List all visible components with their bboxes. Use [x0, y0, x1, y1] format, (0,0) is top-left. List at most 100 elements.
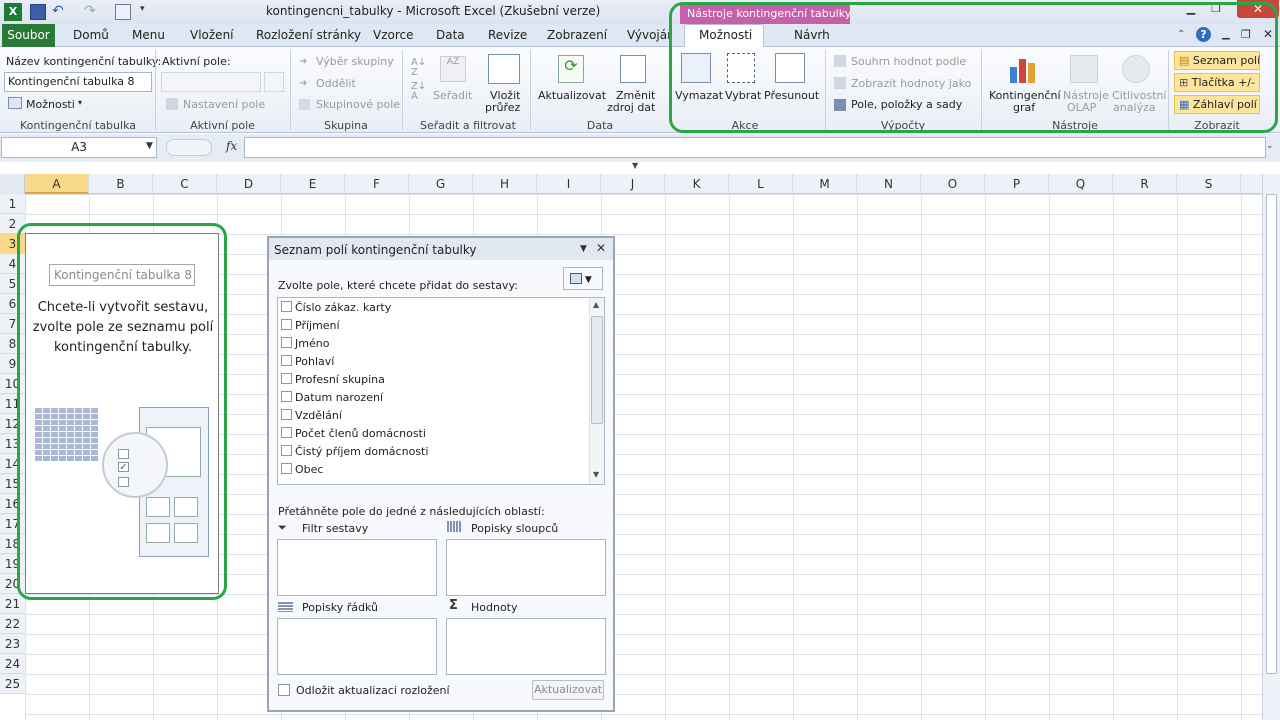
column-header-f[interactable]: F	[345, 174, 409, 194]
column-header-c[interactable]: C	[153, 174, 217, 194]
row-header-1[interactable]: 1	[0, 194, 25, 214]
sort-za-icon[interactable]: Z↓ A	[411, 82, 426, 102]
field-list-scrollbar[interactable]: ▲ ▼	[589, 298, 604, 484]
field-item[interactable]: Datum narození	[281, 391, 383, 409]
column-header-i[interactable]: I	[537, 174, 601, 194]
column-header-a[interactable]: A	[25, 174, 89, 194]
tab-data[interactable]: Data	[436, 28, 465, 42]
field-checkbox[interactable]	[281, 463, 292, 474]
customize-qat-icon[interactable]: ▾	[140, 4, 156, 20]
tab-menu[interactable]: Menu	[132, 28, 165, 42]
column-header-s[interactable]: S	[1177, 174, 1241, 194]
vertical-scrollbar[interactable]	[1262, 174, 1280, 720]
field-item[interactable]: Číslo zákaz. karty	[281, 301, 391, 319]
field-item[interactable]: Vzdělání	[281, 409, 342, 427]
field-item[interactable]: Profesní skupina	[281, 373, 385, 391]
insert-function-icon[interactable]: fx	[226, 139, 237, 153]
redo-icon[interactable]: ↷	[84, 4, 100, 20]
expand-formula-icon[interactable]: ⌄	[1266, 141, 1274, 151]
column-header-j[interactable]: J	[601, 174, 665, 194]
tab-page-layout[interactable]: Rozložení stránky	[256, 28, 361, 42]
column-header-m[interactable]: M	[793, 174, 857, 194]
column-header-l[interactable]: L	[729, 174, 793, 194]
row-header-23[interactable]: 23	[0, 634, 25, 654]
field-item[interactable]: Jméno	[281, 337, 329, 355]
field-checkbox[interactable]	[281, 301, 292, 312]
refresh-icon: ⟳	[558, 55, 584, 83]
namebox-dropdown-icon[interactable]: ▼	[146, 141, 153, 151]
column-header-g[interactable]: G	[409, 174, 473, 194]
field-checkbox[interactable]	[281, 319, 292, 330]
ungroup-button[interactable]: Oddělit	[316, 77, 356, 90]
values-dropzone[interactable]	[446, 618, 606, 675]
report-filter-dropzone[interactable]	[277, 539, 437, 596]
row-header-24[interactable]: 24	[0, 654, 25, 674]
column-header-q[interactable]: Q	[1049, 174, 1113, 194]
field-checkbox[interactable]	[281, 427, 292, 438]
row-labels-dropzone[interactable]	[277, 618, 437, 675]
group-field-button[interactable]: Skupinové pole	[316, 98, 400, 111]
update-button[interactable]: Aktualizovat	[532, 680, 604, 700]
panel-close-icon[interactable]: ✕	[596, 241, 606, 255]
chevron-down-icon[interactable]: ▾	[78, 98, 82, 107]
refresh-button[interactable]: Aktualizovat	[538, 89, 606, 102]
column-header-o[interactable]: O	[921, 174, 985, 194]
undo-icon[interactable]: ↶	[52, 4, 68, 20]
group-selection-button[interactable]: Výběr skupiny	[316, 55, 394, 68]
field-item[interactable]: Pohlaví	[281, 355, 334, 373]
field-checkbox[interactable]	[281, 355, 292, 366]
field-checkbox[interactable]	[281, 337, 292, 348]
excel-logo-icon[interactable]: X	[4, 3, 22, 21]
tab-file[interactable]: Soubor	[2, 24, 55, 47]
expand-field-icon[interactable]	[264, 72, 284, 92]
field-checkbox[interactable]	[281, 391, 292, 402]
column-header-r[interactable]: R	[1113, 174, 1177, 194]
field-list[interactable]: Číslo zákaz. karty Příjmení Jméno Pohlaví Pr…	[277, 297, 605, 485]
column-header-d[interactable]: D	[217, 174, 281, 194]
formula-input[interactable]	[244, 137, 1266, 158]
row-header-25[interactable]: 25	[0, 674, 25, 694]
field-item[interactable]: Počet členů domácnosti	[281, 427, 426, 445]
sort-az-icon[interactable]: A↓ Z	[411, 58, 426, 78]
field-checkbox[interactable]	[281, 445, 292, 456]
column-header-e[interactable]: E	[281, 174, 345, 194]
column-labels-label: Popisky sloupců	[471, 522, 559, 535]
row-labels-label: Popisky řádků	[302, 601, 378, 614]
tab-developer[interactable]: Vývojář	[627, 28, 672, 42]
column-header-p[interactable]: P	[985, 174, 1049, 194]
tab-formulas[interactable]: Vzorce	[373, 28, 414, 42]
tab-view[interactable]: Zobrazení	[547, 28, 607, 42]
panel-menu-icon[interactable]: ▼	[580, 244, 587, 254]
column-header-b[interactable]: B	[89, 174, 153, 194]
group-label-pivot: Kontingenční tabulka	[20, 119, 136, 132]
defer-update-checkbox[interactable]	[278, 684, 290, 696]
print-preview-icon[interactable]	[115, 4, 131, 20]
field-label: Číslo zákaz. karty	[295, 301, 392, 314]
field-checkbox[interactable]	[281, 373, 292, 384]
active-field-input[interactable]	[161, 72, 261, 92]
active-field-label: Aktivní pole:	[162, 55, 231, 68]
tab-insert[interactable]: Vložení	[190, 28, 234, 42]
save-icon[interactable]	[30, 4, 46, 20]
sort-button[interactable]: Seřadit	[433, 89, 472, 102]
name-box[interactable]: A3	[1, 137, 157, 158]
field-item[interactable]: Obec	[281, 463, 323, 481]
pivot-options-button[interactable]: Možnosti	[26, 98, 75, 111]
pivot-name-input[interactable]: Kontingenční tabulka 8	[4, 72, 152, 92]
column-header-n[interactable]: N	[857, 174, 921, 194]
column-header-h[interactable]: H	[473, 174, 537, 194]
field-item[interactable]: Čistý příjem domácnosti	[281, 445, 428, 463]
layout-options-button[interactable]: ▼	[563, 267, 603, 290]
field-item[interactable]: Příjmení	[281, 319, 340, 337]
formula-resize-icon[interactable]: ▼	[632, 161, 638, 170]
field-settings-button[interactable]: Nastavení pole	[183, 98, 265, 111]
column-labels-dropzone[interactable]	[446, 539, 606, 596]
column-header-k[interactable]: K	[665, 174, 729, 194]
drag-fields-label: Přetáhněte pole do jedné z následujících…	[278, 505, 545, 518]
select-all-corner[interactable]	[0, 174, 25, 194]
row-header-21[interactable]: 21	[0, 594, 25, 614]
tab-review[interactable]: Revize	[488, 28, 527, 42]
field-checkbox[interactable]	[281, 409, 292, 420]
row-header-22[interactable]: 22	[0, 614, 25, 634]
tab-home[interactable]: Domů	[73, 28, 109, 42]
